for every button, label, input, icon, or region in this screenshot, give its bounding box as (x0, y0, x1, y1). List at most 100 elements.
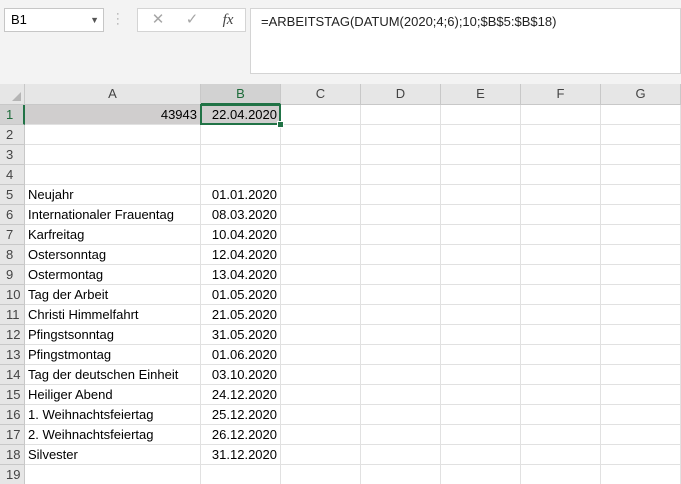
cancel-icon[interactable]: ✕ (144, 9, 172, 31)
cell-b[interactable]: 12.04.2020 (201, 245, 281, 265)
cell-b[interactable]: 13.04.2020 (201, 265, 281, 285)
cell-c[interactable] (281, 165, 361, 185)
cell-e[interactable] (441, 205, 521, 225)
cell-b[interactable]: 31.12.2020 (201, 445, 281, 465)
cell-f[interactable] (521, 205, 601, 225)
column-header-g[interactable]: G (601, 84, 681, 105)
column-header-a[interactable]: A (25, 84, 201, 105)
cell-g[interactable] (601, 285, 681, 305)
row-header[interactable]: 16 (0, 405, 25, 425)
cell-a[interactable] (25, 465, 201, 484)
cell-a[interactable] (25, 145, 201, 165)
cell-b[interactable]: 22.04.2020 (201, 105, 281, 125)
cell-f[interactable] (521, 105, 601, 125)
cell-b[interactable]: 25.12.2020 (201, 405, 281, 425)
fill-handle[interactable] (277, 121, 284, 128)
cell-f[interactable] (521, 425, 601, 445)
cell-e[interactable] (441, 245, 521, 265)
cell-b[interactable]: 31.05.2020 (201, 325, 281, 345)
cell-d[interactable] (361, 345, 441, 365)
row-header[interactable]: 9 (0, 265, 25, 285)
cell-d[interactable] (361, 185, 441, 205)
cell-f[interactable] (521, 185, 601, 205)
cell-e[interactable] (441, 385, 521, 405)
row-header[interactable]: 19 (0, 465, 25, 484)
cell-b[interactable] (201, 145, 281, 165)
cell-f[interactable] (521, 165, 601, 185)
cell-g[interactable] (601, 205, 681, 225)
cell-e[interactable] (441, 165, 521, 185)
cell-b[interactable]: 01.06.2020 (201, 345, 281, 365)
cell-b[interactable]: 21.05.2020 (201, 305, 281, 325)
cell-g[interactable] (601, 145, 681, 165)
row-header[interactable]: 5 (0, 185, 25, 205)
cell-f[interactable] (521, 445, 601, 465)
cell-c[interactable] (281, 345, 361, 365)
cell-g[interactable] (601, 165, 681, 185)
cell-c[interactable] (281, 405, 361, 425)
cell-c[interactable] (281, 245, 361, 265)
cell-b[interactable]: 10.04.2020 (201, 225, 281, 245)
formula-input[interactable]: =ARBEITSTAG(DATUM(2020;4;6);10;$B$5:$B$1… (250, 8, 681, 74)
cell-a[interactable]: Ostermontag (25, 265, 201, 285)
cell-a[interactable]: 2. Weihnachtsfeiertag (25, 425, 201, 445)
cell-b[interactable] (201, 465, 281, 484)
row-header[interactable]: 4 (0, 165, 25, 185)
cell-b[interactable] (201, 125, 281, 145)
cell-c[interactable] (281, 445, 361, 465)
column-header-b[interactable]: B (201, 84, 281, 105)
cell-c[interactable] (281, 325, 361, 345)
enter-icon[interactable]: ✓ (178, 9, 206, 31)
cell-g[interactable] (601, 125, 681, 145)
cell-f[interactable] (521, 125, 601, 145)
cell-d[interactable] (361, 105, 441, 125)
column-header-f[interactable]: F (521, 84, 601, 105)
cell-a[interactable]: Neujahr (25, 185, 201, 205)
row-header[interactable]: 12 (0, 325, 25, 345)
cell-f[interactable] (521, 325, 601, 345)
cell-d[interactable] (361, 225, 441, 245)
cell-d[interactable] (361, 145, 441, 165)
cell-a[interactable]: Tag der deutschen Einheit (25, 365, 201, 385)
cell-f[interactable] (521, 385, 601, 405)
cell-f[interactable] (521, 345, 601, 365)
cell-g[interactable] (601, 265, 681, 285)
cell-c[interactable] (281, 305, 361, 325)
cell-b[interactable]: 24.12.2020 (201, 385, 281, 405)
cell-b[interactable]: 01.05.2020 (201, 285, 281, 305)
cell-d[interactable] (361, 305, 441, 325)
cell-a[interactable]: Christi Himmelfahrt (25, 305, 201, 325)
cell-g[interactable] (601, 245, 681, 265)
column-header-c[interactable]: C (281, 84, 361, 105)
cell-e[interactable] (441, 465, 521, 484)
row-header[interactable]: 18 (0, 445, 25, 465)
cell-f[interactable] (521, 405, 601, 425)
row-header[interactable]: 10 (0, 285, 25, 305)
cell-g[interactable] (601, 365, 681, 385)
cell-f[interactable] (521, 365, 601, 385)
row-header[interactable]: 7 (0, 225, 25, 245)
cell-a[interactable] (25, 165, 201, 185)
cell-e[interactable] (441, 105, 521, 125)
cell-d[interactable] (361, 265, 441, 285)
row-header[interactable]: 8 (0, 245, 25, 265)
chevron-down-icon[interactable]: ▼ (90, 9, 99, 31)
name-box[interactable]: B1 ▼ (4, 8, 104, 32)
cell-e[interactable] (441, 285, 521, 305)
cell-b[interactable]: 03.10.2020 (201, 365, 281, 385)
cell-a[interactable]: 1. Weihnachtsfeiertag (25, 405, 201, 425)
insert-function-icon[interactable]: fx (214, 9, 242, 31)
cell-b[interactable]: 26.12.2020 (201, 425, 281, 445)
row-header[interactable]: 2 (0, 125, 25, 145)
cell-c[interactable] (281, 125, 361, 145)
cell-g[interactable] (601, 465, 681, 484)
cell-d[interactable] (361, 205, 441, 225)
cell-a[interactable] (25, 125, 201, 145)
select-all-button[interactable] (0, 84, 25, 105)
cell-c[interactable] (281, 105, 361, 125)
cell-a[interactable]: Ostersonntag (25, 245, 201, 265)
row-header[interactable]: 11 (0, 305, 25, 325)
cell-a[interactable]: Heiliger Abend (25, 385, 201, 405)
cell-e[interactable] (441, 305, 521, 325)
row-header[interactable]: 17 (0, 425, 25, 445)
